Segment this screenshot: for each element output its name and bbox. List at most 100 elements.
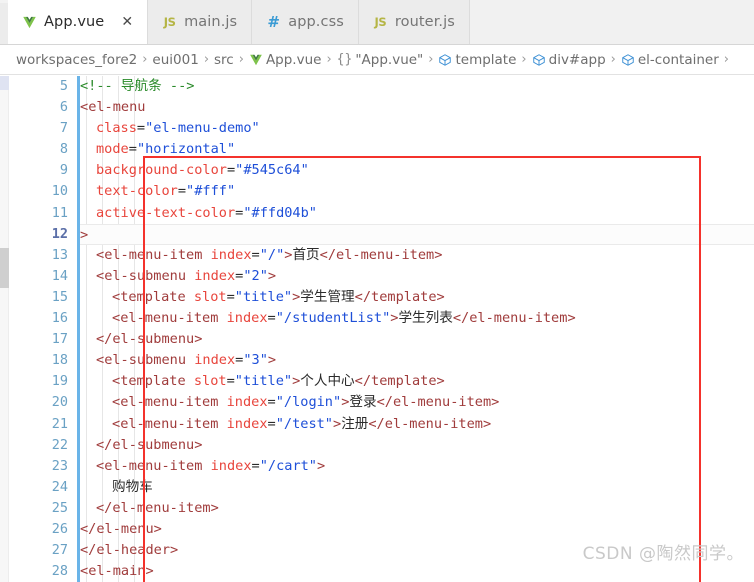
- code-line[interactable]: <el-submenu index="3">: [80, 350, 754, 371]
- code-line[interactable]: </el-submenu>: [80, 435, 754, 456]
- code-editor[interactable]: 5 6 7 8 9 10 11 12 13 14 15 16 17 18 19 20 21 22 23 24 25 26 2…: [0, 76, 754, 582]
- code-line[interactable]: <el-menu: [80, 97, 754, 118]
- tab-bar-empty-space: [469, 0, 754, 44]
- code-line[interactable]: mode="horizontal": [80, 139, 754, 160]
- braces-icon: {}: [336, 52, 353, 67]
- code-line[interactable]: <el-menu-item index="/test">注册</el-menu-…: [80, 414, 754, 435]
- breadcrumb-label: workspaces_fore2: [16, 51, 138, 68]
- code-line[interactable]: <template slot="title">学生管理</template>: [80, 287, 754, 308]
- code-token: <: [80, 563, 89, 580]
- code-token: el-header: [96, 542, 171, 559]
- code-line[interactable]: </el-menu-item>: [80, 498, 754, 519]
- code-line[interactable]: background-color="#545c64": [80, 160, 754, 181]
- breadcrumb-item-eui001[interactable]: eui001: [152, 52, 198, 68]
- editor-overview-ruler[interactable]: [0, 76, 9, 582]
- scrollbar-thumb[interactable]: [0, 248, 9, 288]
- code-line-text: <el-menu-item index="/cart">: [80, 456, 325, 477]
- code-line[interactable]: <el-menu-item index="/login">登录</el-menu…: [80, 392, 754, 413]
- editor-tab-app-css[interactable]: # app.css: [252, 0, 359, 44]
- code-token: el-menu: [88, 99, 146, 116]
- code-line[interactable]: >: [80, 223, 754, 246]
- code-token: =: [267, 394, 276, 411]
- code-line-text: <template slot="title">个人中心</template>: [80, 371, 445, 392]
- code-line[interactable]: <el-main>: [80, 561, 754, 582]
- code-line-text: </el-header>: [80, 540, 178, 561]
- editor-tab-app-vue[interactable]: App.vue ✕: [8, 0, 149, 44]
- code-line[interactable]: <template slot="title">个人中心</template>: [80, 371, 754, 392]
- code-token: active-text-color: [96, 204, 236, 221]
- breadcrumb-label: eui001: [152, 51, 199, 68]
- code-line[interactable]: </el-submenu>: [80, 329, 754, 350]
- code-line-text: <el-submenu index="3">: [80, 350, 276, 371]
- breadcrumb-item-template[interactable]: template: [438, 52, 516, 68]
- code-token: </: [376, 394, 393, 411]
- code-token: <: [80, 99, 89, 116]
- code-line[interactable]: active-text-color="#ffd04b": [80, 203, 754, 224]
- code-line[interactable]: class="el-menu-demo": [80, 118, 754, 139]
- line-number: 7: [59, 120, 68, 137]
- breadcrumb-item-divapp[interactable]: div#app: [532, 52, 606, 68]
- breadcrumb-item-appvue[interactable]: App.vue: [249, 52, 321, 68]
- line-number: 8: [59, 141, 68, 158]
- line-number: 15: [51, 288, 68, 305]
- code-token: index: [210, 246, 252, 263]
- code-token: index: [226, 415, 268, 432]
- code-token: "/login": [275, 394, 342, 411]
- code-token: class: [96, 120, 137, 137]
- code-line[interactable]: <el-menu-item index="/studentList">学生列表<…: [80, 308, 754, 329]
- breadcrumb-separator: ›: [428, 52, 434, 67]
- line-number: 26: [51, 520, 68, 537]
- line-number: 17: [51, 331, 68, 348]
- breadcrumb-item-workspacesfore2[interactable]: workspaces_fore2: [16, 52, 137, 68]
- code-token: >: [333, 415, 342, 432]
- breadcrumb-item-elcontainer[interactable]: el-container: [621, 52, 719, 68]
- code-token: >: [436, 373, 445, 390]
- code-token: <!-- 导航条 -->: [80, 78, 195, 94]
- symbol-cube-icon: [532, 53, 546, 67]
- code-line[interactable]: <el-menu-item index="/">首页</el-menu-item…: [80, 245, 754, 266]
- code-token: el-menu-item: [384, 415, 483, 432]
- code-token: =: [128, 141, 137, 158]
- breadcrumb-item-src[interactable]: src: [214, 52, 234, 68]
- code-lines[interactable]: <!-- 导航条 --> <el-menu class="el-menu-demo"…: [80, 76, 754, 582]
- code-line[interactable]: 购物车: [80, 477, 754, 498]
- line-number: 24: [51, 478, 68, 495]
- code-line-text: </el-menu>: [80, 519, 162, 540]
- code-token: >: [145, 563, 154, 580]
- breadcrumb-label: el-container: [637, 51, 719, 68]
- code-token: =: [177, 183, 187, 200]
- code-token: index: [226, 394, 268, 411]
- code-line[interactable]: <el-submenu index="2">: [80, 266, 754, 287]
- code-line-text: 购物车: [80, 477, 153, 498]
- vue-icon: [249, 53, 263, 67]
- code-line[interactable]: <el-menu-item index="/cart">: [80, 456, 754, 477]
- code-token: el-menu: [96, 520, 154, 537]
- breadcrumb-separator: ›: [723, 52, 729, 67]
- code-line[interactable]: text-color="#fff": [80, 181, 754, 202]
- code-line-text: <el-submenu index="2">: [80, 266, 276, 287]
- line-number: 25: [51, 499, 68, 516]
- code-token: "#545c64": [235, 162, 309, 179]
- code-line-text: <template slot="title">学生管理</template>: [80, 287, 445, 308]
- line-number: 16: [51, 310, 68, 327]
- code-token: template: [371, 373, 437, 390]
- code-token: el-menu-item: [104, 457, 211, 474]
- breadcrumb-item-appvue[interactable]: {} "App.vue": [337, 52, 424, 68]
- overview-ruler-mark: [0, 76, 9, 90]
- code-token: =: [136, 120, 146, 137]
- code-line[interactable]: <!-- 导航条 -->: [80, 76, 754, 97]
- code-line-text: >: [80, 225, 88, 246]
- code-token: <: [112, 288, 121, 305]
- editor-tab-bar: App.vue ✕ JS main.js # app.css JS router.js: [0, 0, 754, 45]
- code-token: >: [567, 310, 576, 327]
- code-token: index: [226, 310, 268, 327]
- watermark: CSDN @陶然同学。: [582, 544, 744, 564]
- code-content[interactable]: <!-- 导航条 --> <el-menu class="el-menu-demo"…: [80, 76, 754, 582]
- close-icon[interactable]: ✕: [121, 15, 133, 29]
- editor-tab-main-js[interactable]: JS main.js: [148, 0, 253, 44]
- code-token: "el-menu-demo": [145, 120, 260, 137]
- code-token: el-menu-item: [120, 394, 227, 411]
- code-line[interactable]: </el-menu>: [80, 519, 754, 540]
- editor-tab-label: router.js: [394, 14, 455, 30]
- editor-tab-router-js[interactable]: JS router.js: [358, 0, 470, 44]
